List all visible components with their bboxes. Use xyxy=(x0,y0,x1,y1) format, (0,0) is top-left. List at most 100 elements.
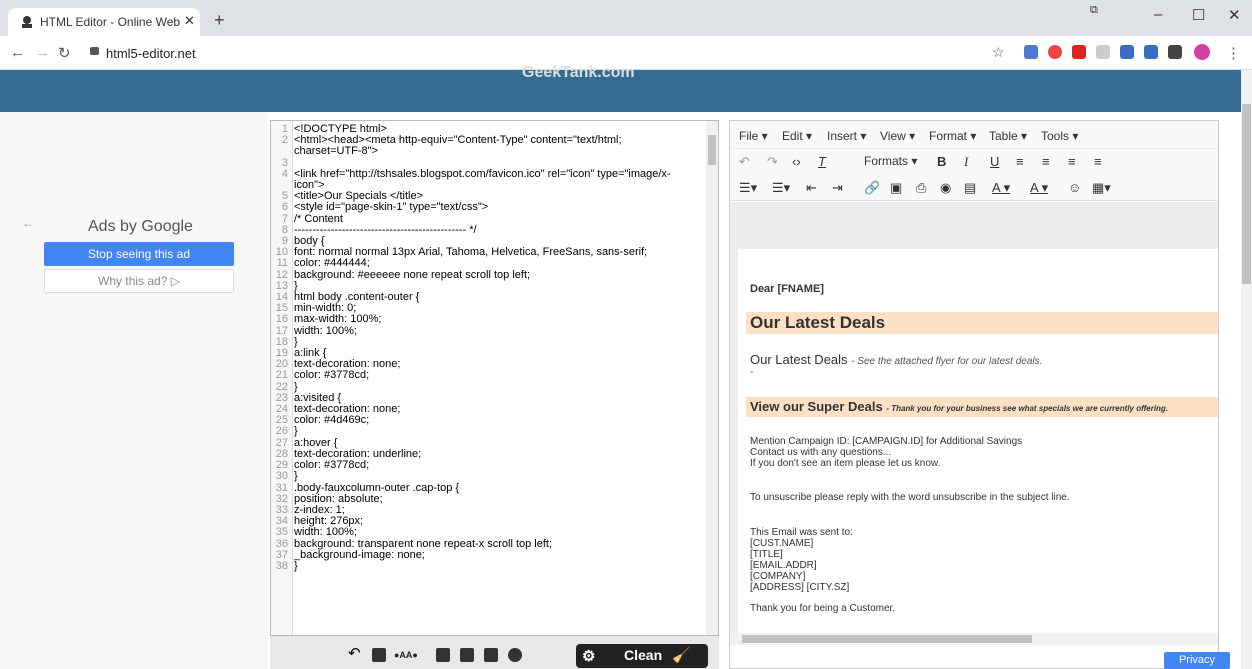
paragraph: To unsuscribe please reply with the word… xyxy=(750,492,1070,503)
menu-file[interactable]: File ▾ xyxy=(739,129,768,143)
redo-icon[interactable]: ↷ xyxy=(767,154,778,170)
font-size-icon[interactable]: ●AA● xyxy=(394,650,430,664)
page-scrollbar[interactable] xyxy=(1241,70,1252,669)
code-line[interactable]: 35 width: 100%; xyxy=(271,527,707,538)
menu-view[interactable]: View ▾ xyxy=(880,129,915,143)
extension-icon[interactable] xyxy=(1024,45,1038,59)
clear-format-icon[interactable]: T xyxy=(818,154,826,169)
tab-close-icon[interactable]: ✕ xyxy=(184,13,195,29)
bold-icon[interactable]: B xyxy=(937,154,946,169)
paragraph: Contact us with any questions... xyxy=(750,447,892,458)
formats-dropdown[interactable]: Formats ▾ xyxy=(864,154,917,168)
new-document-icon[interactable] xyxy=(372,648,386,662)
back-icon[interactable]: ← xyxy=(10,44,25,61)
code-text: max-width: 100%; xyxy=(294,313,382,326)
numbered-list-icon[interactable]: ☰▾ xyxy=(772,180,790,196)
text-color-icon[interactable]: A ▾ xyxy=(992,180,1010,196)
emoticons-icon[interactable]: ☺ xyxy=(1068,180,1081,195)
maximize-button[interactable]: ☐ xyxy=(1192,6,1205,24)
code-line[interactable]: 37 _background-image: none; xyxy=(271,549,707,561)
bullet-list-icon[interactable]: ☰▾ xyxy=(739,180,757,196)
wysiwyg-hscrollbar-thumb[interactable] xyxy=(742,635,1032,643)
code-line[interactable]: 26} xyxy=(271,426,707,437)
paragraph: [CUST.NAME] xyxy=(750,538,814,549)
code-line[interactable]: 38} xyxy=(271,560,707,572)
code-line[interactable]: 18} xyxy=(271,336,707,348)
menu-format[interactable]: Format ▾ xyxy=(929,129,976,143)
code-line[interactable]: 12 background: #eeeeee none repeat scroll… xyxy=(271,269,707,281)
align-center-icon[interactable]: ≡ xyxy=(1042,154,1050,169)
extension-icon[interactable] xyxy=(1120,45,1134,59)
copy-icon[interactable] xyxy=(484,648,498,662)
code-line[interactable]: 16 max-width: 100%; xyxy=(271,314,707,325)
preview-icon[interactable]: ◉ xyxy=(940,180,951,196)
image-icon[interactable]: ▣ xyxy=(890,180,902,196)
page-scrollbar-thumb[interactable] xyxy=(1242,104,1251,284)
code-line[interactable]: 8 ---------------------------------------… xyxy=(271,224,707,236)
stop-seeing-ad-button[interactable]: Stop seeing this ad xyxy=(44,242,234,266)
underline-icon[interactable]: U xyxy=(990,154,999,169)
extension-icon[interactable] xyxy=(1048,45,1062,59)
undo-icon[interactable]: ↶ xyxy=(739,154,750,170)
italic-icon[interactable]: I xyxy=(964,154,968,170)
close-window-button[interactable]: ✕ xyxy=(1228,6,1241,24)
align-justify-icon[interactable]: ≡ xyxy=(1094,154,1102,169)
editor-scrollbar-thumb[interactable] xyxy=(708,135,716,165)
editor-scrollbar[interactable] xyxy=(706,121,718,635)
outdent-icon[interactable]: ⇤ xyxy=(806,180,817,196)
clean-button[interactable]: ⚙ Clean 🧹 xyxy=(576,644,708,668)
menu-kebab-icon[interactable]: ⋮ xyxy=(1226,44,1241,62)
code-line[interactable]: 4 <link href="http://tshsales.blogspot.co… xyxy=(271,168,707,180)
forward-icon[interactable]: → xyxy=(35,44,50,61)
indent-icon[interactable]: ⇥ xyxy=(832,180,843,196)
media-icon[interactable]: ▤ xyxy=(964,180,976,196)
code-editor[interactable]: 1 <!DOCTYPE html> 2 <html><head><meta http-… xyxy=(270,120,719,636)
code-icon[interactable]: ‹› xyxy=(792,154,801,169)
why-this-ad-button[interactable]: Why this ad? ▷ xyxy=(44,269,234,293)
align-left-icon[interactable]: ≡ xyxy=(1016,154,1024,169)
browser-tab[interactable]: HTML Editor - Online Web Conte ✕ xyxy=(8,8,200,36)
menu-insert[interactable]: Insert ▾ xyxy=(827,129,866,143)
print-icon[interactable]: ⎙ xyxy=(916,180,926,196)
tab-search-icon[interactable]: ⧉ xyxy=(1090,4,1098,17)
undo-icon[interactable]: ↶ xyxy=(348,644,362,662)
code-line[interactable]: 30} xyxy=(271,471,707,482)
wysiwyg-hscrollbar[interactable] xyxy=(730,633,1218,645)
minimize-button[interactable]: – xyxy=(1154,6,1162,23)
profile-avatar[interactable] xyxy=(1194,44,1210,60)
code-line[interactable]: 11 color: #444444; xyxy=(271,258,707,269)
extension-icon[interactable] xyxy=(1096,45,1110,59)
code-text: width: 100%; xyxy=(294,526,357,539)
subheading-note: - See the attached flyer for our latest … xyxy=(851,356,1043,367)
menu-edit[interactable]: Edit ▾ xyxy=(782,129,812,143)
align-right-icon[interactable]: ≡ xyxy=(1068,154,1076,169)
ad-back-icon[interactable]: ← xyxy=(22,216,34,230)
settings-wheel-icon[interactable] xyxy=(508,648,522,662)
extensions-puzzle-icon[interactable] xyxy=(1168,45,1182,59)
code-line[interactable]: 6 <style id="page-skin-1" type="text/css"… xyxy=(271,202,707,213)
code-text: color: #444444; xyxy=(294,257,370,270)
table-icon[interactable]: ▦▾ xyxy=(1092,180,1111,196)
layout-icon[interactable] xyxy=(436,648,450,662)
swap-icon[interactable] xyxy=(460,648,474,662)
bookmark-star-icon[interactable]: ☆ xyxy=(992,44,1005,61)
reload-icon[interactable]: ↻ xyxy=(58,44,71,62)
background-color-icon[interactable]: A ▾ xyxy=(1030,180,1048,196)
code-line[interactable]: charset=UTF-8"> xyxy=(271,146,707,157)
code-line[interactable]: 21 color: #3778cd; xyxy=(271,370,707,381)
code-line[interactable]: 29 color: #3778cd; xyxy=(271,459,707,471)
privacy-button[interactable]: Privacy xyxy=(1164,652,1230,669)
code-content[interactable]: 1 <!DOCTYPE html> 2 <html><head><meta http-… xyxy=(271,123,707,572)
code-line[interactable]: 17 width: 100%; xyxy=(271,325,707,337)
menu-tools[interactable]: Tools ▾ xyxy=(1041,129,1078,143)
paragraph: [EMAIL.ADDR] xyxy=(750,560,817,571)
extension-icon[interactable] xyxy=(1144,45,1158,59)
extension-icon[interactable] xyxy=(1072,45,1086,59)
link-icon[interactable]: 🔗 xyxy=(864,180,880,196)
editor-bottom-toolbar: ↶ ●AA● ⚙ Clean 🧹 xyxy=(270,636,719,669)
line-number: 6 xyxy=(281,201,288,214)
email-document[interactable]: Dear [FNAME] Our Latest Deals Our Latest… xyxy=(738,249,1218,642)
new-tab-button[interactable]: + xyxy=(214,11,225,29)
menu-table[interactable]: Table ▾ xyxy=(989,129,1027,143)
code-line[interactable]: 25 color: #4d469c; xyxy=(271,415,707,426)
